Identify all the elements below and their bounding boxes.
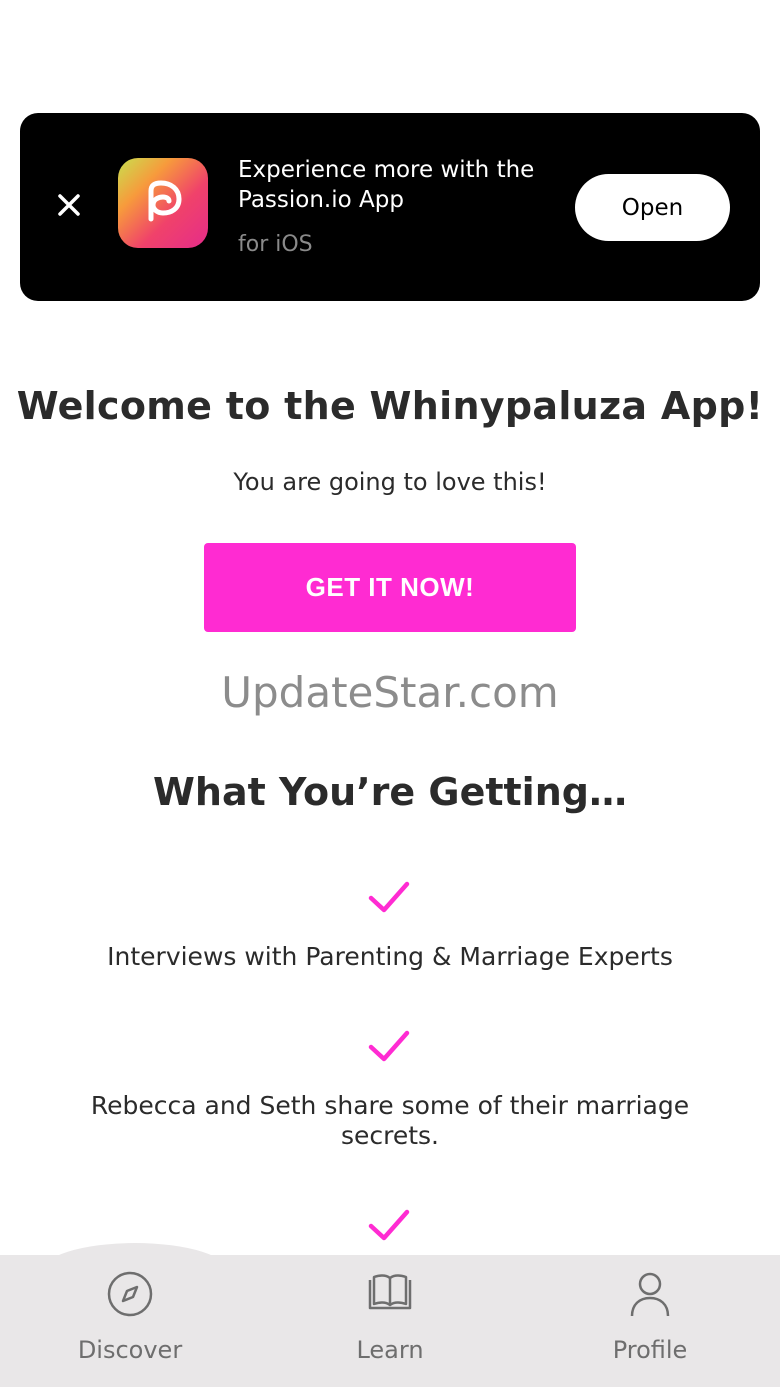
passion-app-icon — [118, 158, 208, 248]
compass-icon — [104, 1268, 156, 1320]
check-icon — [365, 878, 413, 918]
page-title: Welcome to the Whinypaluza App! — [16, 384, 764, 428]
tab-label: Learn — [356, 1336, 424, 1364]
banner-title: Experience more with the Passion.io App — [238, 157, 535, 213]
book-icon — [364, 1268, 416, 1320]
get-it-now-button[interactable]: GET IT NOW! — [204, 543, 576, 632]
tab-learn[interactable]: Learn — [290, 1268, 490, 1378]
tab-profile[interactable]: Profile — [550, 1268, 750, 1378]
close-icon[interactable] — [54, 190, 84, 220]
section-title: What You’re Getting… — [153, 770, 627, 814]
check-icon — [365, 1027, 413, 1067]
open-app-button[interactable]: Open — [575, 174, 730, 241]
page-subtitle: You are going to love this! — [233, 468, 547, 496]
banner-subtitle: for iOS — [238, 232, 313, 257]
person-icon — [624, 1268, 676, 1320]
tab-label: Profile — [612, 1336, 688, 1364]
tab-discover[interactable]: Discover — [30, 1268, 230, 1378]
feature-item: Interviews with Parenting & Marriage Exp… — [107, 942, 673, 971]
check-icon — [365, 1206, 413, 1246]
watermark-text: UpdateStar.com — [221, 668, 559, 717]
tab-label: Discover — [77, 1336, 183, 1364]
feature-item: Rebecca and Seth share some of their mar… — [90, 1091, 690, 1150]
